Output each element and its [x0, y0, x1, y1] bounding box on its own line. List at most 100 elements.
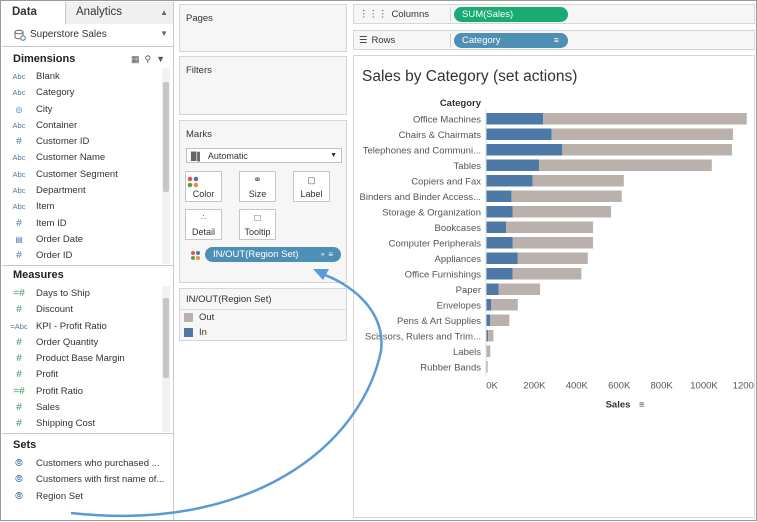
measure-field[interactable]: # Discount	[2, 302, 173, 318]
bar-out[interactable]	[486, 361, 488, 373]
search-icon[interactable]: ⚲	[144, 50, 151, 68]
bar-in[interactable]	[486, 283, 499, 296]
sort-descending-icon[interactable]: ≡	[639, 400, 644, 410]
bar-out[interactable]	[506, 221, 594, 234]
bar-out[interactable]	[488, 330, 494, 342]
set-field[interactable]: ⦾ Region Set	[2, 489, 173, 505]
label-button[interactable]: ▢ Label	[293, 171, 330, 202]
category-label[interactable]: Rubber Bands	[420, 362, 481, 373]
measure-field[interactable]: # Profit	[2, 367, 173, 383]
category-label[interactable]: Pens & Art Supplies	[397, 316, 481, 327]
category-label[interactable]: Envelopes	[437, 300, 482, 311]
category-label[interactable]: Tables	[454, 161, 482, 172]
set-field[interactable]: ⦾ Customers with first name of...	[2, 472, 173, 488]
bar-out[interactable]	[511, 190, 622, 203]
dimensions-scroll-thumb[interactable]	[163, 82, 169, 192]
dimension-field[interactable]: ▤ Order Date	[2, 232, 173, 248]
bar-in[interactable]	[486, 159, 539, 172]
legend-item-out[interactable]: Out	[180, 310, 346, 325]
tab-analytics[interactable]: Analytics ▲ ▼	[66, 2, 173, 38]
tooltip-button[interactable]: □ Tooltip	[239, 209, 276, 240]
bar-out[interactable]	[498, 283, 541, 296]
set-field[interactable]: ⦾ Customers who purchased ...	[2, 456, 173, 472]
bar-out[interactable]	[517, 252, 588, 265]
dimension-field[interactable]: # Customer ID	[2, 134, 173, 150]
color-pill-region-set[interactable]: IN/OUT(Region Set) ⚬ ≡	[205, 247, 341, 262]
measure-field[interactable]: =# Profit Ratio	[2, 384, 173, 400]
legend-item-in[interactable]: In	[180, 325, 346, 340]
filters-card[interactable]: Filters	[179, 56, 347, 115]
bar-out[interactable]	[512, 268, 582, 280]
category-label[interactable]: Chairs & Chairmats	[399, 130, 482, 141]
bar-in[interactable]	[486, 190, 512, 203]
color-button[interactable]: Color	[185, 171, 222, 202]
category-label[interactable]: Storage & Organization	[382, 207, 481, 218]
chevron-down-icon[interactable]: ▼	[156, 50, 165, 68]
bar-out[interactable]	[539, 159, 712, 172]
bar-in[interactable]	[486, 128, 552, 141]
category-label[interactable]: Computer Peripherals	[389, 238, 482, 249]
measure-field[interactable]: =Abc KPI - Profit Ratio	[2, 319, 173, 335]
dimensions-scrollbar[interactable]	[162, 68, 170, 264]
dimension-field[interactable]: # Item ID	[2, 216, 173, 232]
dimension-field[interactable]: ◎ City	[2, 102, 173, 118]
bar-out[interactable]	[543, 113, 747, 125]
measure-field[interactable]: # Shipping Cost	[2, 416, 173, 432]
dimension-field[interactable]: Abc Blank	[2, 69, 173, 85]
category-label[interactable]: Office Furnishings	[405, 269, 482, 280]
category-label[interactable]: Paper	[456, 285, 481, 296]
bar-in[interactable]	[486, 299, 492, 311]
view-toggle-icon[interactable]: ▦	[131, 50, 140, 68]
tab-data[interactable]: Data	[2, 2, 66, 25]
bar-in[interactable]	[486, 268, 513, 280]
measures-scroll-thumb[interactable]	[163, 298, 169, 378]
bar-out[interactable]	[490, 314, 510, 327]
rows-pill-category[interactable]: Category ≡	[454, 33, 568, 48]
bar-in[interactable]	[486, 314, 491, 327]
bar-in[interactable]	[486, 113, 544, 125]
measure-field[interactable]: # Order Quantity	[2, 335, 173, 351]
category-label[interactable]: Bookcases	[435, 223, 482, 234]
bar-in[interactable]	[486, 206, 513, 218]
category-label[interactable]: Labels	[453, 347, 481, 358]
category-label[interactable]: Office Machines	[413, 114, 481, 125]
bar-in[interactable]	[486, 175, 533, 187]
measure-field[interactable]: # Product Base Margin	[2, 351, 173, 367]
category-label[interactable]: Scissors, Rulers and Trim...	[365, 331, 481, 342]
bar-out[interactable]	[491, 299, 518, 311]
measures-scrollbar[interactable]	[162, 286, 170, 432]
dimension-field-label: Item	[36, 201, 55, 213]
x-axis-label[interactable]: Sales	[606, 400, 631, 411]
dimension-field[interactable]: Abc Department	[2, 183, 173, 199]
bar-out[interactable]	[512, 237, 594, 249]
category-label[interactable]: Telephones and Communi...	[363, 145, 481, 156]
pages-card[interactable]: Pages	[179, 4, 347, 52]
category-label[interactable]: Copiers and Fax	[411, 176, 481, 187]
measure-field[interactable]: # Sales	[2, 400, 173, 416]
bar-out[interactable]	[532, 175, 624, 187]
bar-out[interactable]	[486, 345, 491, 358]
measure-field[interactable]: =# Days to Ship	[2, 286, 173, 302]
bar-in[interactable]	[486, 144, 563, 156]
columns-pill-sum-sales[interactable]: SUM(Sales)	[454, 7, 568, 22]
bar-in[interactable]	[486, 221, 507, 234]
detail-button[interactable]: ∴ Detail	[185, 209, 222, 240]
dimension-field[interactable]: Abc Container	[2, 118, 173, 134]
dimension-field[interactable]: Abc Item	[2, 199, 173, 215]
bar-chart[interactable]: Category Office Machines Chairs & Chairmat…	[354, 56, 754, 517]
bar-out[interactable]	[551, 128, 733, 141]
data-source[interactable]: Superstore Sales	[2, 24, 173, 47]
dimension-field[interactable]: # Order ID	[2, 248, 173, 264]
category-label[interactable]: Binders and Binder Access...	[360, 192, 481, 203]
bar-in[interactable]	[486, 237, 513, 249]
category-label[interactable]: Appliances	[435, 254, 482, 265]
bar-in[interactable]	[486, 252, 518, 265]
up-down-arrows-icon[interactable]: ▲ ▼	[160, 2, 168, 44]
bar-out[interactable]	[512, 206, 612, 218]
bar-out[interactable]	[562, 144, 732, 156]
size-button[interactable]: ⚭ Size	[239, 171, 276, 202]
dimension-field[interactable]: Abc Category	[2, 85, 173, 101]
mark-type-dropdown[interactable]: ▉▌ Automatic ▼	[186, 148, 342, 163]
dimension-field[interactable]: Abc Customer Name	[2, 150, 173, 166]
dimension-field[interactable]: Abc Customer Segment	[2, 167, 173, 183]
